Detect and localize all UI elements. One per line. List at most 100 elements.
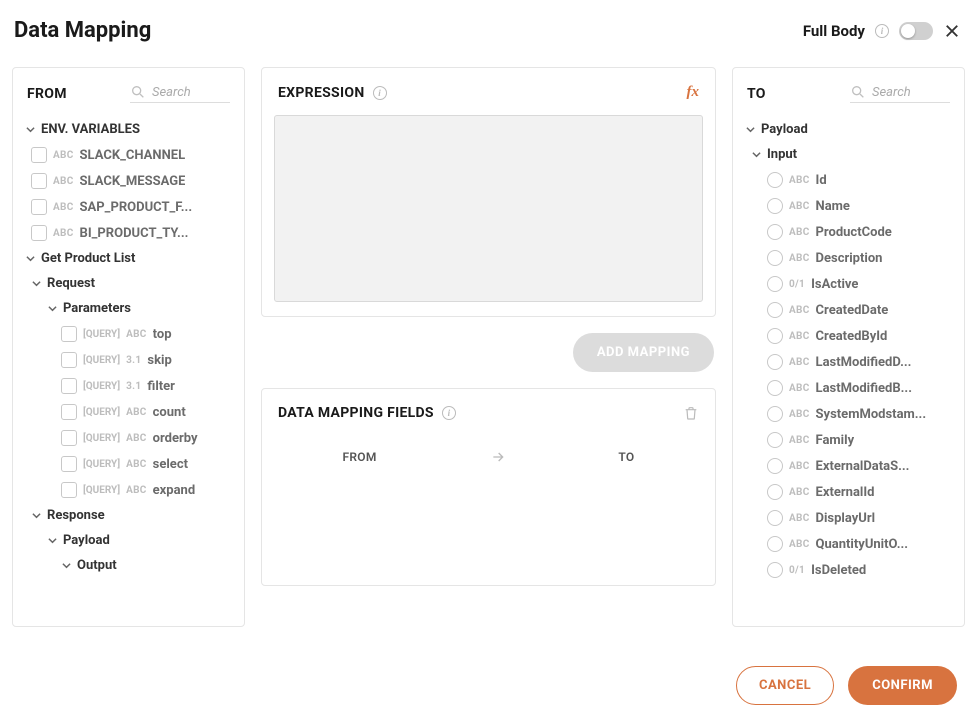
info-icon[interactable]: i: [442, 406, 456, 420]
tree-item[interactable]: ABCProductCode: [741, 219, 956, 245]
full-body-label: Full Body: [803, 22, 865, 40]
radio[interactable]: [767, 224, 783, 240]
chevron-down-icon[interactable]: [31, 511, 41, 521]
tree-item[interactable]: ABCSystemModstam...: [741, 401, 956, 427]
fx-icon[interactable]: fx: [687, 84, 700, 101]
tree-item[interactable]: [QUERY]ABCselect: [21, 451, 236, 477]
tree-item[interactable]: ABCCreatedDate: [741, 297, 956, 323]
radio[interactable]: [767, 354, 783, 370]
checkbox[interactable]: [31, 147, 47, 163]
expression-textarea[interactable]: [274, 115, 703, 302]
radio[interactable]: [767, 406, 783, 422]
radio[interactable]: [767, 172, 783, 188]
dmf-title: DATA MAPPING FIELDS: [278, 405, 434, 421]
query-tag: [QUERY]: [83, 381, 120, 392]
tree-section[interactable]: Request: [21, 271, 236, 296]
tree-item[interactable]: ABCExternalId: [741, 479, 956, 505]
radio[interactable]: [767, 380, 783, 396]
type-tag: ABC: [789, 175, 810, 186]
trash-icon[interactable]: [683, 405, 699, 421]
tree-item[interactable]: ABCLastModifiedD...: [741, 349, 956, 375]
chevron-down-icon[interactable]: [25, 254, 35, 264]
tree-section[interactable]: Parameters: [21, 296, 236, 321]
radio[interactable]: [767, 536, 783, 552]
tree-item[interactable]: ABCLastModifiedB...: [741, 375, 956, 401]
tree-item[interactable]: [QUERY]ABCtop: [21, 321, 236, 347]
type-tag: ABC: [53, 228, 74, 239]
chevron-down-icon[interactable]: [47, 536, 57, 546]
from-search-input[interactable]: [152, 85, 230, 100]
tree-item[interactable]: ABCQuantityUnitO...: [741, 531, 956, 557]
checkbox[interactable]: [61, 482, 77, 498]
radio[interactable]: [767, 250, 783, 266]
data-mapping-fields-panel: DATA MAPPING FIELDS i FROM TO: [261, 388, 716, 586]
tree-item[interactable]: ABCCreatedById: [741, 323, 956, 349]
cancel-button[interactable]: CANCEL: [736, 666, 834, 705]
tree-item[interactable]: [QUERY]ABCorderby: [21, 425, 236, 451]
info-icon[interactable]: i: [875, 24, 889, 38]
tree-item[interactable]: ABCSLACK_MESSAGE: [21, 168, 236, 194]
checkbox[interactable]: [31, 173, 47, 189]
radio[interactable]: [767, 458, 783, 474]
type-tag: ABC: [789, 357, 810, 368]
checkbox[interactable]: [31, 199, 47, 215]
checkbox[interactable]: [61, 378, 77, 394]
tree-item[interactable]: ABCId: [741, 167, 956, 193]
to-tree[interactable]: Payload Input ABCId ABCName ABCProductCo…: [733, 113, 964, 626]
tree-section[interactable]: Response: [21, 503, 236, 528]
tree-section[interactable]: Payload: [21, 528, 236, 553]
add-mapping-button[interactable]: ADD MAPPING: [573, 333, 714, 372]
from-tree[interactable]: ENV. VARIABLES ABCSLACK_CHANNEL ABCSLACK…: [13, 113, 244, 626]
radio[interactable]: [767, 432, 783, 448]
checkbox[interactable]: [61, 404, 77, 420]
tree-item[interactable]: [QUERY]3.1skip: [21, 347, 236, 373]
to-search[interactable]: [850, 84, 950, 103]
radio[interactable]: [767, 302, 783, 318]
info-icon[interactable]: i: [373, 86, 387, 100]
tree-item[interactable]: [QUERY]ABCexpand: [21, 477, 236, 503]
checkbox[interactable]: [61, 326, 77, 342]
tree-item[interactable]: 0/1IsDeleted: [741, 557, 956, 583]
item-label: SLACK_CHANNEL: [80, 148, 186, 163]
radio[interactable]: [767, 276, 783, 292]
tree-item[interactable]: [QUERY]ABCcount: [21, 399, 236, 425]
confirm-button[interactable]: CONFIRM: [848, 666, 957, 705]
chevron-down-icon[interactable]: [745, 125, 755, 135]
tree-item[interactable]: ABCName: [741, 193, 956, 219]
tree-item[interactable]: ABCDisplayUrl: [741, 505, 956, 531]
chevron-down-icon[interactable]: [47, 304, 57, 314]
radio[interactable]: [767, 198, 783, 214]
tree-item[interactable]: ABCFamily: [741, 427, 956, 453]
tree-item[interactable]: ABCExternalDataS...: [741, 453, 956, 479]
to-search-input[interactable]: [872, 85, 950, 100]
radio[interactable]: [767, 484, 783, 500]
close-icon[interactable]: [943, 22, 961, 40]
tree-section[interactable]: Input: [741, 142, 956, 167]
search-icon: [130, 84, 146, 100]
tree-item[interactable]: 0/1IsActive: [741, 271, 956, 297]
tree-item[interactable]: ABCBI_PRODUCT_TY...: [21, 220, 236, 246]
tree-item[interactable]: ABCSAP_PRODUCT_F...: [21, 194, 236, 220]
tree-section[interactable]: Payload: [741, 117, 956, 142]
checkbox[interactable]: [61, 456, 77, 472]
from-search[interactable]: [130, 84, 230, 103]
tree-item[interactable]: [QUERY]3.1filter: [21, 373, 236, 399]
footer: CANCEL CONFIRM: [0, 648, 977, 723]
radio[interactable]: [767, 328, 783, 344]
section-label: Get Product List: [41, 251, 135, 266]
checkbox[interactable]: [61, 430, 77, 446]
chevron-down-icon[interactable]: [61, 561, 71, 571]
tree-section[interactable]: ENV. VARIABLES: [21, 117, 236, 142]
radio[interactable]: [767, 510, 783, 526]
checkbox[interactable]: [61, 352, 77, 368]
tree-item[interactable]: ABCDescription: [741, 245, 956, 271]
radio[interactable]: [767, 562, 783, 578]
tree-item[interactable]: ABCSLACK_CHANNEL: [21, 142, 236, 168]
checkbox[interactable]: [31, 225, 47, 241]
chevron-down-icon[interactable]: [25, 125, 35, 135]
full-body-toggle[interactable]: [899, 22, 933, 40]
tree-section[interactable]: Get Product List: [21, 246, 236, 271]
chevron-down-icon[interactable]: [751, 150, 761, 160]
chevron-down-icon[interactable]: [31, 279, 41, 289]
tree-section[interactable]: Output: [21, 553, 236, 578]
